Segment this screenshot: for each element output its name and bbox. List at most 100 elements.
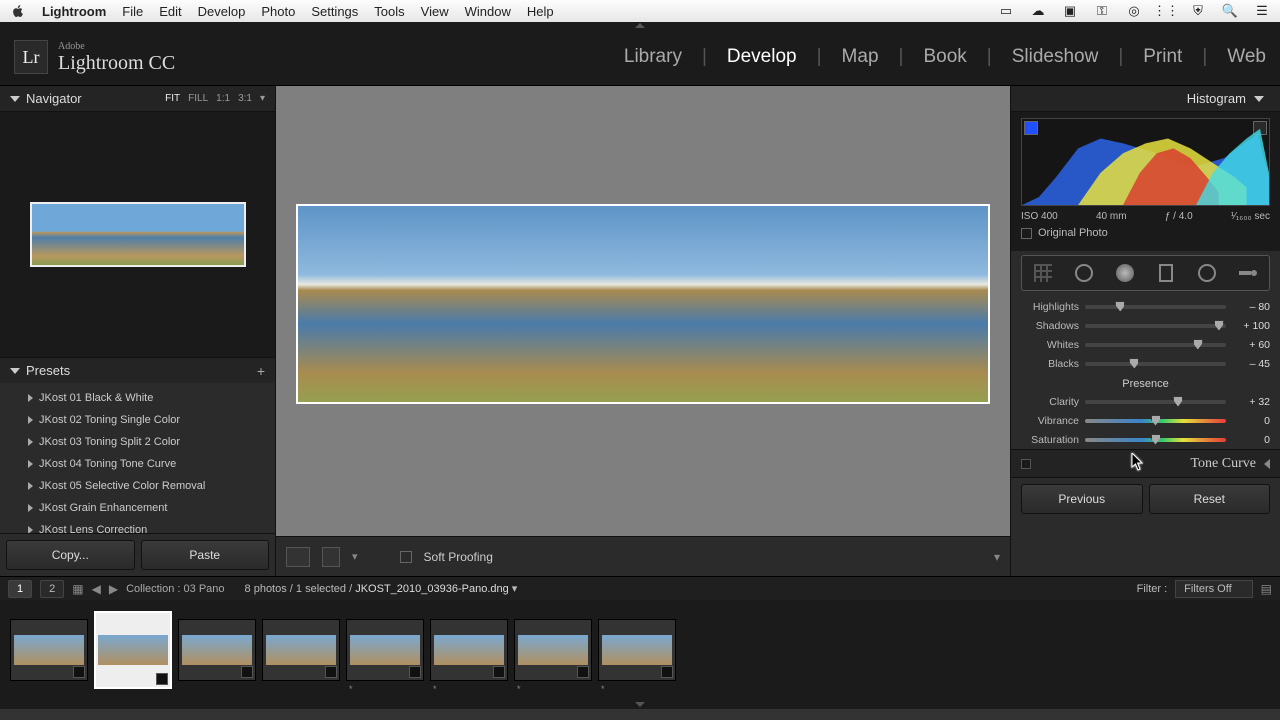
menu-settings[interactable]: Settings [311, 4, 358, 19]
menu-file[interactable]: File [122, 4, 143, 19]
add-preset-icon[interactable]: + [257, 363, 265, 379]
menu-tools[interactable]: Tools [374, 4, 404, 19]
filmstrip[interactable]: **** [0, 600, 1280, 700]
menu-window[interactable]: Window [465, 4, 511, 19]
preset-item[interactable]: JKost 01 Black & White [0, 387, 275, 409]
copy-button[interactable]: Copy... [6, 540, 135, 570]
highlights-slider[interactable]: Highlights – 80 [1021, 297, 1270, 316]
current-filename[interactable]: JKOST_2010_03936-Pano.dng [355, 583, 509, 595]
nav-back-icon[interactable]: ◀ [92, 582, 101, 596]
before-after-menu-icon[interactable]: ▾ [352, 550, 358, 563]
menu-photo[interactable]: Photo [261, 4, 295, 19]
whites-slider[interactable]: Whites + 60 [1021, 335, 1270, 354]
film-thumb[interactable] [10, 619, 88, 681]
folder-tri-icon [28, 482, 33, 490]
preset-item[interactable]: JKost 05 Selective Color Removal [0, 475, 275, 497]
menu-view[interactable]: View [421, 4, 449, 19]
zoom-menu-icon[interactable]: ▾ [260, 93, 265, 104]
screen-icon[interactable]: ▣ [1062, 3, 1078, 19]
apple-icon[interactable] [10, 3, 26, 19]
shadows-slider[interactable]: Shadows + 100 [1021, 316, 1270, 335]
before-after-icon[interactable] [322, 547, 340, 567]
histogram-graph[interactable] [1021, 118, 1270, 206]
zoom-3to1[interactable]: 3:1 [238, 93, 252, 104]
histogram-header[interactable]: Histogram [1011, 86, 1280, 112]
left-panel: Navigator FIT FILL 1:1 3:1 ▾ Presets + J… [0, 86, 276, 576]
spot-tool-icon[interactable] [1073, 262, 1095, 284]
filter-lock-icon[interactable]: ▤ [1261, 582, 1272, 596]
cloud-icon[interactable]: ☁ [1030, 3, 1046, 19]
zoom-fit[interactable]: FIT [165, 93, 180, 104]
film-thumb[interactable]: * [514, 619, 592, 681]
shield-icon[interactable]: ⛨ [1190, 3, 1206, 19]
preset-item[interactable]: JKost Grain Enhancement [0, 497, 275, 519]
film-thumb[interactable]: * [598, 619, 676, 681]
canvas-toolbar: ▾ Soft Proofing ▾ [276, 536, 1010, 576]
tone-curve-header[interactable]: Tone Curve [1011, 449, 1280, 477]
collection-name[interactable]: 03 Pano [184, 583, 225, 595]
filename-menu-icon[interactable]: ▾ [512, 583, 518, 595]
dots-icon[interactable]: ⋮⋮ [1158, 3, 1174, 19]
redeye-tool-icon[interactable] [1114, 262, 1136, 284]
filter-select[interactable]: Filters Off [1175, 580, 1252, 598]
preset-item[interactable]: JKost 02 Toning Single Color [0, 409, 275, 431]
nav-fwd-icon[interactable]: ▶ [109, 582, 118, 596]
view-2-button[interactable]: 2 [40, 580, 64, 598]
vibrance-slider[interactable]: Vibrance 0 [1021, 411, 1270, 430]
develop-tool-strip [1021, 255, 1270, 291]
preset-item[interactable]: JKost Lens Correction [0, 519, 275, 533]
crop-tool-icon[interactable] [1032, 262, 1054, 284]
bottom-grip[interactable] [0, 700, 1280, 709]
module-web[interactable]: Web [1227, 46, 1266, 68]
preset-item[interactable]: JKost 03 Toning Split 2 Color [0, 431, 275, 453]
loupe-view-icon[interactable] [286, 547, 310, 567]
navigator-preview[interactable] [0, 112, 275, 357]
soft-proofing-checkbox[interactable] [400, 551, 412, 563]
zoom-1to1[interactable]: 1:1 [216, 93, 230, 104]
view-1-button[interactable]: 1 [8, 580, 32, 598]
module-library[interactable]: Library [624, 46, 682, 68]
film-thumb[interactable] [262, 619, 340, 681]
navigator-thumbnail[interactable] [30, 202, 246, 267]
saturation-slider[interactable]: Saturation 0 [1021, 430, 1270, 449]
search-icon[interactable]: 🔍 [1222, 3, 1238, 19]
module-develop[interactable]: Develop [727, 46, 797, 68]
paste-button[interactable]: Paste [141, 540, 270, 570]
brush-tool-icon[interactable] [1237, 262, 1259, 284]
film-thumb[interactable] [178, 619, 256, 681]
zoom-fill[interactable]: FILL [188, 93, 208, 104]
original-photo-checkbox[interactable] [1021, 228, 1032, 239]
film-thumb[interactable]: * [346, 619, 424, 681]
app-name[interactable]: Lightroom [42, 4, 106, 19]
tone-curve-toggle-icon[interactable] [1021, 459, 1031, 469]
list-icon[interactable]: ☰ [1254, 3, 1270, 19]
menu-edit[interactable]: Edit [159, 4, 181, 19]
radial-tool-icon[interactable] [1196, 262, 1218, 284]
menu-help[interactable]: Help [527, 4, 554, 19]
top-grip[interactable] [0, 22, 1280, 29]
thumb-badge-icon [325, 666, 337, 678]
menu-develop[interactable]: Develop [198, 4, 246, 19]
presence-title: Presence [1021, 373, 1270, 392]
presets-header[interactable]: Presets + [0, 357, 275, 383]
display-icon[interactable]: ▭ [998, 3, 1014, 19]
reset-button[interactable]: Reset [1149, 484, 1271, 514]
module-print[interactable]: Print [1143, 46, 1182, 68]
module-map[interactable]: Map [842, 46, 879, 68]
film-thumb[interactable]: * [430, 619, 508, 681]
film-thumb[interactable] [94, 611, 172, 689]
key-icon[interactable]: ⚿ [1094, 3, 1110, 19]
clarity-slider[interactable]: Clarity + 32 [1021, 392, 1270, 411]
filter-label: Filter : [1137, 583, 1168, 595]
module-book[interactable]: Book [923, 46, 966, 68]
previous-button[interactable]: Previous [1021, 484, 1143, 514]
gradient-tool-icon[interactable] [1155, 262, 1177, 284]
toolbar-menu-icon[interactable]: ▾ [994, 550, 1000, 564]
navigator-header[interactable]: Navigator FIT FILL 1:1 3:1 ▾ [0, 86, 275, 112]
grid-view-icon[interactable]: ▦ [72, 582, 83, 596]
module-slideshow[interactable]: Slideshow [1012, 46, 1099, 68]
preset-item[interactable]: JKost 04 Toning Tone Curve [0, 453, 275, 475]
blacks-slider[interactable]: Blacks – 45 [1021, 354, 1270, 373]
sync-icon[interactable]: ◎ [1126, 3, 1142, 19]
main-image[interactable] [298, 206, 988, 402]
